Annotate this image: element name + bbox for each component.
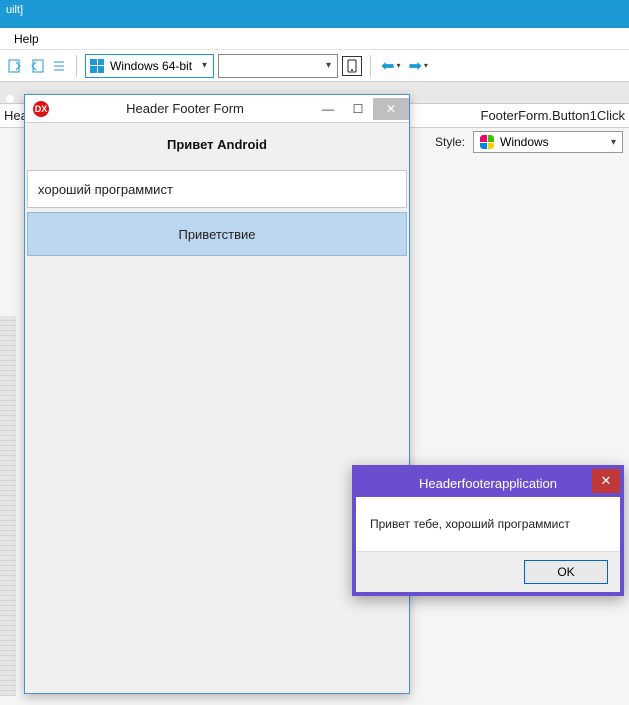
- name-input[interactable]: [27, 170, 407, 208]
- chevron-down-icon: ▾: [202, 60, 207, 71]
- dialog-titlebar[interactable]: Headerfooterapplication ✕: [356, 469, 620, 497]
- device-icon[interactable]: [342, 56, 362, 76]
- nav-forward-button[interactable]: ➡▾: [406, 56, 429, 76]
- chevron-down-icon: ▾: [611, 137, 616, 148]
- app-icon: DX: [33, 101, 49, 117]
- toolbar-separator: [76, 55, 77, 77]
- toolbar-btn-2-icon[interactable]: [28, 57, 46, 75]
- app-titlebar[interactable]: DX Header Footer Form — ☐ ✕: [25, 95, 409, 123]
- ide-title-fragment: uilt]: [6, 4, 23, 16]
- dialog-message: Привет тебе, хороший программист: [356, 497, 620, 552]
- app-window: DX Header Footer Form — ☐ ✕ Привет Andro…: [24, 94, 410, 694]
- style-combo[interactable]: Windows ▾: [473, 131, 623, 153]
- chevron-down-icon: ▾: [396, 61, 400, 70]
- windows7-logo-icon: [480, 135, 494, 149]
- message-dialog: Headerfooterapplication ✕ Привет тебе, х…: [352, 465, 624, 596]
- platform-label: Windows 64-bit: [110, 59, 192, 73]
- toolbar-btn-1-icon[interactable]: [6, 57, 24, 75]
- tab-indicator-icon: [6, 95, 14, 103]
- menu-help[interactable]: Help: [8, 30, 45, 48]
- ok-button[interactable]: OK: [524, 560, 608, 584]
- close-button[interactable]: ✕: [373, 98, 409, 120]
- minimize-icon: —: [322, 102, 334, 116]
- app-body: Привет Android Приветствие: [25, 123, 409, 693]
- breadcrumb-right-fragment: FooterForm.Button1Click: [481, 108, 629, 123]
- minimize-button[interactable]: —: [313, 98, 343, 120]
- maximize-icon: ☐: [353, 102, 364, 116]
- style-label: Style:: [435, 135, 465, 149]
- app-title: Header Footer Form: [57, 101, 313, 116]
- dialog-footer: OK: [356, 552, 620, 592]
- chevron-down-icon: ▾: [424, 61, 428, 70]
- greet-button[interactable]: Приветствие: [27, 212, 407, 256]
- toolbar: Windows 64-bit ▾ ▾ ⬅▾ ➡▾: [0, 50, 629, 82]
- nav-back-button[interactable]: ⬅▾: [379, 56, 402, 76]
- ruler: [0, 316, 16, 696]
- chevron-down-icon: ▾: [326, 60, 331, 71]
- close-icon: ✕: [386, 102, 396, 116]
- close-icon: ✕: [601, 473, 612, 489]
- toolbar-btn-3-icon[interactable]: [50, 57, 68, 75]
- arrow-left-icon: ⬅: [381, 56, 394, 76]
- dialog-title: Headerfooterapplication: [419, 476, 557, 491]
- maximize-button[interactable]: ☐: [343, 98, 373, 120]
- platform-combo[interactable]: Windows 64-bit ▾: [85, 54, 214, 78]
- device-combo[interactable]: ▾: [218, 54, 338, 78]
- style-value: Windows: [500, 135, 549, 149]
- toolbar-separator: [370, 55, 371, 77]
- header-label: Привет Android: [25, 123, 409, 170]
- dialog-close-button[interactable]: ✕: [592, 469, 620, 493]
- arrow-right-icon: ➡: [408, 56, 421, 76]
- ide-titlebar-fragment: uilt]: [0, 0, 629, 28]
- windows-logo-icon: [90, 59, 104, 73]
- menu-bar: Help: [0, 28, 629, 50]
